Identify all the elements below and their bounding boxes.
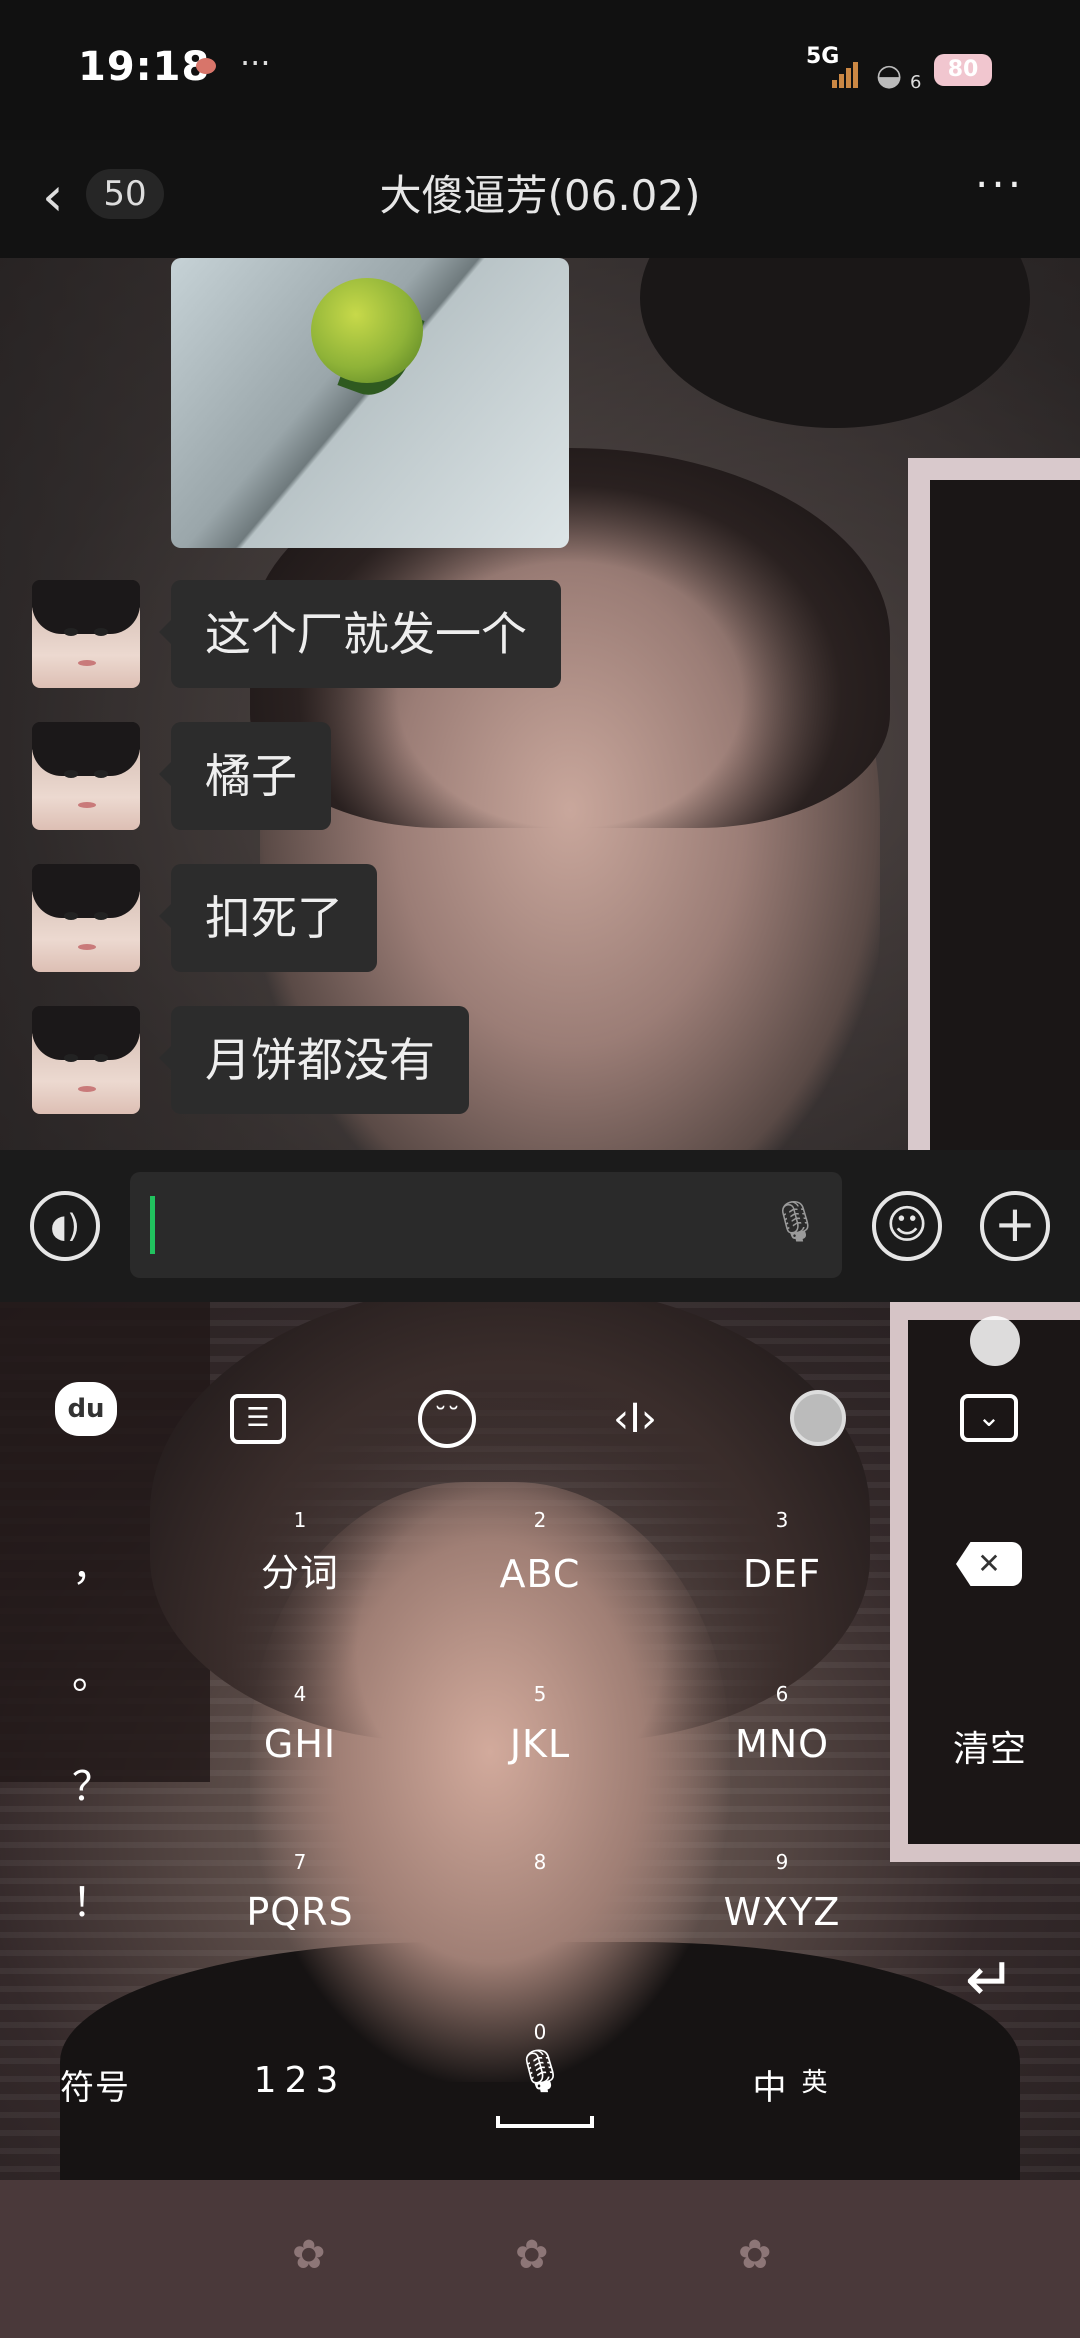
key-7[interactable]: PQRS	[220, 1890, 380, 1934]
key-1[interactable]: 分词	[220, 1542, 380, 1597]
microphone-icon[interactable]: 🎙	[770, 1198, 821, 1245]
collapse-keyboard-icon[interactable]: ⌄	[960, 1394, 1018, 1442]
voice-input-icon[interactable]: ◖)	[30, 1191, 100, 1261]
background-frame	[908, 458, 1080, 1150]
key-number: 4	[293, 1682, 307, 1706]
nav-back-icon[interactable]: ✿	[738, 2232, 772, 2278]
key-2[interactable]: ABC	[460, 1552, 620, 1596]
key-number: 2	[533, 1508, 547, 1532]
key-number: 3	[775, 1508, 789, 1532]
clear-key[interactable]: 清空	[930, 1720, 1050, 1772]
wifi-icon: ◒	[876, 58, 903, 93]
keyboard-layout-icon[interactable]: ☰	[230, 1394, 286, 1444]
key-number: 6	[775, 1682, 789, 1706]
emoji-icon[interactable]: ☺	[872, 1191, 942, 1261]
status-time: 19:18	[78, 44, 211, 90]
key-3[interactable]: DEF	[702, 1552, 862, 1596]
key-number: 7	[293, 1850, 307, 1874]
nav-menu-icon[interactable]: ✿	[292, 2232, 326, 2278]
key-number: 0	[533, 2020, 547, 2044]
message-bubble[interactable]: 这个厂就发一个	[159, 580, 561, 688]
baidu-logo-icon[interactable]: du	[55, 1382, 117, 1436]
key-number: 9	[775, 1850, 789, 1874]
image-message[interactable]	[171, 258, 569, 548]
keyboard-skin-icon[interactable]	[970, 1316, 1020, 1366]
key-number: 5	[533, 1682, 547, 1706]
key-number: 1	[293, 1508, 307, 1532]
text-caret	[150, 1196, 155, 1254]
more-options-icon[interactable]: ···	[975, 160, 1024, 209]
avatar-icon[interactable]	[790, 1390, 846, 1446]
message-bubble[interactable]: 月饼都没有	[159, 1006, 469, 1114]
chat-area[interactable]: 这个厂就发一个 橘子 扣死了 月饼都没有	[0, 258, 1080, 1150]
punct-key[interactable]: 。	[62, 1642, 122, 1700]
punct-key[interactable]: ，	[62, 1534, 122, 1592]
emoji-face-icon[interactable]: ˘˘	[418, 1390, 476, 1448]
cursor-move-icon[interactable]: ‹I›	[600, 1394, 670, 1444]
key-9[interactable]: WXYZ	[702, 1890, 862, 1934]
language-sub-label: 英	[801, 2068, 829, 2098]
sender-avatar[interactable]	[32, 580, 140, 688]
key-5[interactable]: JKL	[460, 1722, 620, 1766]
sender-avatar[interactable]	[32, 722, 140, 830]
sender-avatar[interactable]	[32, 1006, 140, 1114]
key-4[interactable]: GHI	[220, 1722, 380, 1766]
chat-title: 大傻逼芳(06.02)	[379, 171, 701, 220]
notification-icon	[196, 58, 216, 74]
wifi-level: 6	[910, 72, 922, 93]
numbers-key[interactable]: 123	[240, 2060, 360, 2101]
sender-avatar[interactable]	[32, 864, 140, 972]
signal-icon	[832, 60, 860, 88]
plus-icon[interactable]: +	[980, 1191, 1050, 1261]
punct-key[interactable]: ？	[62, 1754, 122, 1812]
enter-icon[interactable]: ↵	[950, 1950, 1030, 2010]
status-more-icon: ···	[240, 44, 271, 82]
space-bar[interactable]	[496, 2116, 594, 2128]
message-bubble[interactable]: 橘子	[159, 722, 331, 830]
space-microphone-icon[interactable]: 🎙	[510, 2046, 570, 2096]
message-bubble[interactable]: 扣死了	[159, 864, 377, 972]
photo-orange	[311, 278, 423, 383]
keyboard: du ☰ ˘˘ ‹I› ⌄ ， 。 ？ ！ 1 分词 2 ABC 3 DEF ✕…	[0, 1302, 1080, 2180]
key-number: 8	[533, 1850, 547, 1874]
punct-key[interactable]: ！	[62, 1870, 122, 1928]
key-6[interactable]: MNO	[702, 1722, 862, 1766]
nav-home-icon[interactable]: ✿	[515, 2232, 549, 2278]
battery-icon: 80	[934, 54, 992, 86]
message-input[interactable]	[130, 1172, 842, 1278]
symbols-key[interactable]: 符号	[40, 2060, 150, 2109]
